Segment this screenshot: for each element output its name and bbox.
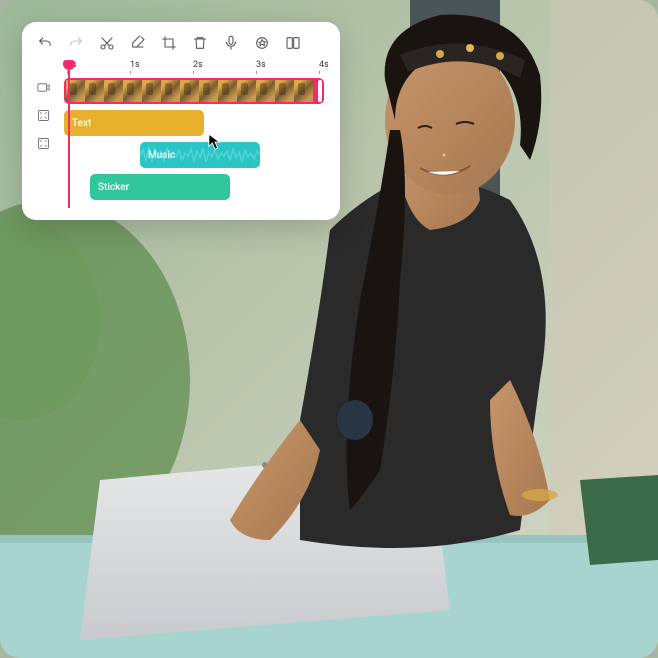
video-thumbnail xyxy=(199,80,218,102)
video-thumbnail xyxy=(275,80,294,102)
track-label: Sticker xyxy=(98,182,129,193)
tracks-container: 0s 1s 2s 3s 4s xyxy=(60,60,328,206)
ruler-tick: 3s xyxy=(256,60,266,70)
redo-button[interactable] xyxy=(67,34,85,52)
delete-button[interactable] xyxy=(191,34,209,52)
ruler-tick: 1s xyxy=(130,60,140,70)
expand-track-icon-2[interactable] xyxy=(34,134,52,152)
video-thumbnail xyxy=(294,80,313,102)
video-thumbnail xyxy=(161,80,180,102)
auto-adjust-button[interactable] xyxy=(253,34,271,52)
clip-handle-right[interactable] xyxy=(318,80,322,102)
video-thumbnail xyxy=(123,80,142,102)
ruler-tick: 4s xyxy=(319,60,329,70)
crop-button[interactable] xyxy=(160,34,178,52)
sticker-track-clip[interactable]: Sticker xyxy=(90,174,230,200)
video-thumbnail xyxy=(256,80,275,102)
toolbar xyxy=(34,32,328,60)
time-ruler[interactable]: 0s 1s 2s 3s 4s xyxy=(64,60,328,76)
track-label: Text xyxy=(72,118,91,129)
split-view-button[interactable] xyxy=(284,34,302,52)
video-thumbnail xyxy=(104,80,123,102)
video-editor-timeline-panel: 0s 1s 2s 3s 4s xyxy=(22,22,340,220)
track-label: Music xyxy=(148,150,175,161)
playhead[interactable] xyxy=(68,60,70,208)
ruler-tick: 2s xyxy=(193,60,203,70)
eraser-button[interactable] xyxy=(129,34,147,52)
music-track-clip[interactable]: Music xyxy=(140,142,260,168)
video-thumbnail xyxy=(237,80,256,102)
video-thumbnail xyxy=(142,80,161,102)
video-thumbnail xyxy=(218,80,237,102)
track-controls-rail xyxy=(34,60,54,206)
video-thumbnail xyxy=(85,80,104,102)
video-thumbnail xyxy=(180,80,199,102)
video-track-clip[interactable] xyxy=(64,78,324,104)
timeline-area: 0s 1s 2s 3s 4s xyxy=(34,60,328,206)
undo-button[interactable] xyxy=(36,34,54,52)
video-track-icon[interactable] xyxy=(34,78,52,96)
cut-button[interactable] xyxy=(98,34,116,52)
microphone-button[interactable] xyxy=(222,34,240,52)
text-track-clip[interactable]: Text xyxy=(64,110,204,136)
expand-track-icon[interactable] xyxy=(34,106,52,124)
